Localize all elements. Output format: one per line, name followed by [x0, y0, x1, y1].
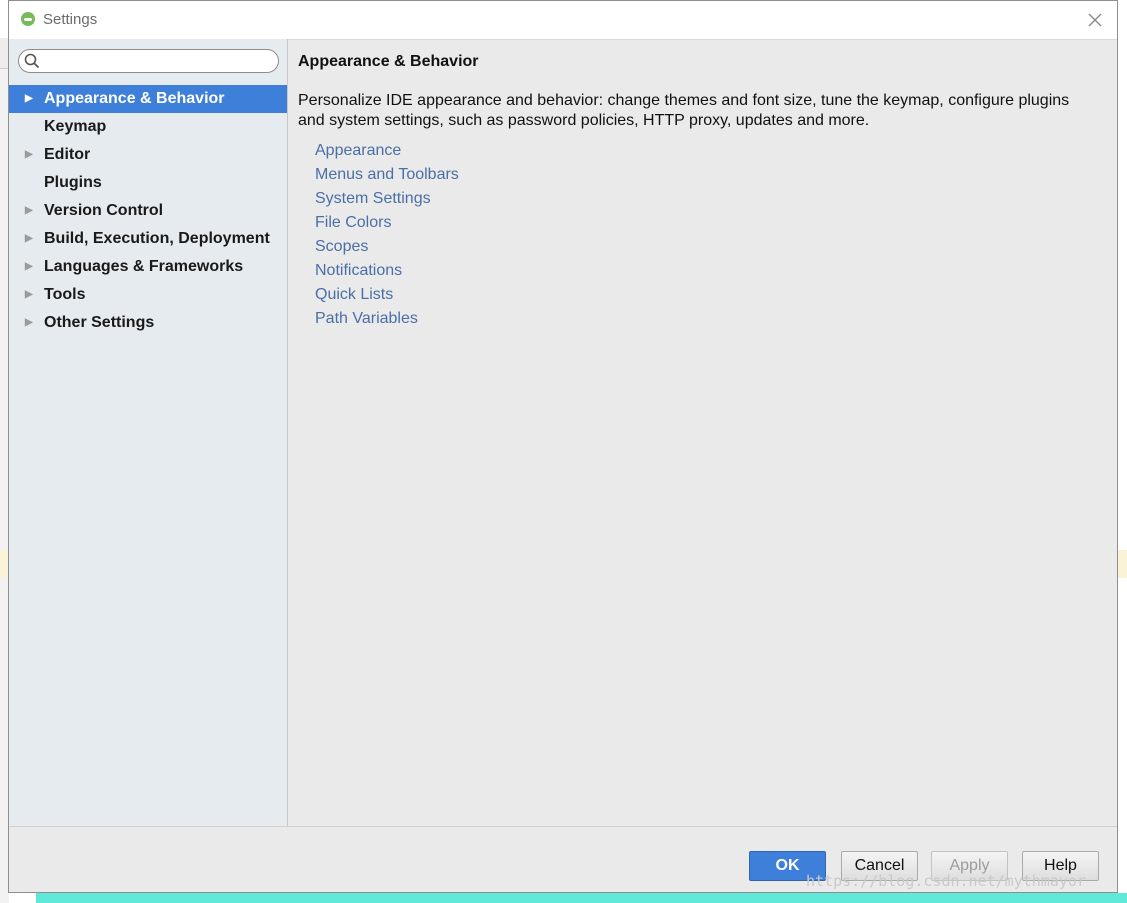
- sidebar-item[interactable]: Plugins: [9, 169, 287, 197]
- sidebar-item-label: Appearance & Behavior: [44, 90, 225, 107]
- settings-sidebar: ▶ Appearance & Behavior Keymap ▶ Editor Plugi…: [9, 39, 288, 826]
- sidebar-item[interactable]: ▶ Appearance & Behavior: [9, 85, 287, 113]
- sidebar-item-label: Build, Execution, Deployment: [44, 230, 270, 247]
- page-title: Appearance & Behavior: [298, 53, 479, 70]
- search-icon: [24, 53, 40, 69]
- subpage-links: Appearance Menus and Toolbars System Setti…: [315, 141, 459, 333]
- sidebar-item-label: Plugins: [44, 174, 102, 191]
- close-icon[interactable]: [1085, 10, 1105, 30]
- search-box[interactable]: [18, 49, 279, 73]
- sidebar-item-label: Version Control: [44, 202, 164, 219]
- settings-dialog: Settings ▶ Appearance & Behavior Keymap ▶ Ed…: [8, 0, 1118, 893]
- subpage-link[interactable]: Quick Lists: [315, 285, 459, 309]
- triangle-right-icon[interactable]: ▶: [25, 197, 37, 225]
- sidebar-item[interactable]: ▶ Build, Execution, Deployment: [9, 225, 287, 253]
- background-ide-right-edge: [1118, 0, 1127, 903]
- triangle-right-icon[interactable]: ▶: [25, 309, 37, 337]
- page-description: Personalize IDE appearance and behavior:…: [298, 92, 1070, 129]
- search-input[interactable]: [43, 52, 273, 72]
- sidebar-item[interactable]: ▶ Languages & Frameworks: [9, 253, 287, 281]
- subpage-link[interactable]: System Settings: [315, 189, 459, 213]
- sidebar-item-label: Keymap: [44, 118, 107, 135]
- background-ide-bottom-strip: [36, 893, 1127, 903]
- sidebar-item-label: Languages & Frameworks: [44, 258, 244, 275]
- watermark: https://blog.csdn.net/mythmayor: [806, 872, 1086, 890]
- title-bar: Settings: [9, 1, 1117, 40]
- sidebar-item[interactable]: ▶ Editor: [9, 141, 287, 169]
- sidebar-item[interactable]: Keymap: [9, 113, 287, 141]
- triangle-right-icon[interactable]: ▶: [25, 85, 37, 113]
- settings-content-panel: Appearance & Behavior Personalize IDE ap…: [288, 39, 1117, 826]
- sidebar-item[interactable]: ▶ Tools: [9, 281, 287, 309]
- settings-tree: ▶ Appearance & Behavior Keymap ▶ Editor Plugi…: [9, 85, 287, 337]
- window-title: Settings: [43, 11, 98, 28]
- subpage-link[interactable]: Scopes: [315, 237, 459, 261]
- sidebar-item-label: Tools: [44, 286, 86, 303]
- sidebar-item[interactable]: ▶ Other Settings: [9, 309, 287, 337]
- subpage-link[interactable]: Path Variables: [315, 309, 459, 333]
- subpage-link[interactable]: Menus and Toolbars: [315, 165, 459, 189]
- sidebar-item-label: Other Settings: [44, 314, 155, 331]
- triangle-right-icon[interactable]: ▶: [25, 225, 37, 253]
- sidebar-item[interactable]: ▶ Version Control: [9, 197, 287, 225]
- subpage-link[interactable]: File Colors: [315, 213, 459, 237]
- android-studio-icon: [21, 12, 35, 26]
- triangle-right-icon[interactable]: ▶: [25, 141, 37, 169]
- subpage-link[interactable]: Notifications: [315, 261, 459, 285]
- triangle-right-icon[interactable]: ▶: [25, 253, 37, 281]
- subpage-link[interactable]: Appearance: [315, 141, 459, 165]
- sidebar-item-label: Editor: [44, 146, 91, 163]
- triangle-right-icon[interactable]: ▶: [25, 281, 37, 309]
